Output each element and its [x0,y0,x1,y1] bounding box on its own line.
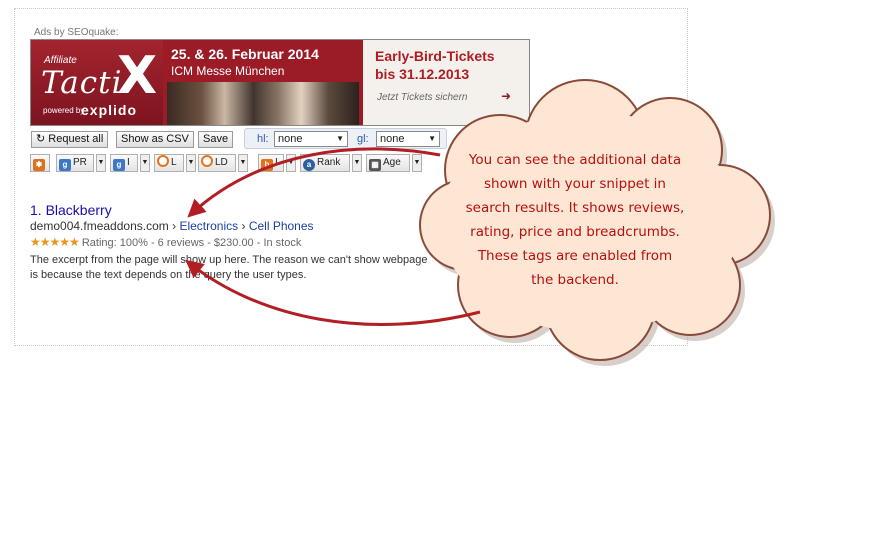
callout-arrow-lower [185,259,481,326]
callout-overlay [185,79,775,366]
callout-arrow-upper [187,147,441,218]
callout-text: You can see the additional data shown wi… [465,152,685,288]
